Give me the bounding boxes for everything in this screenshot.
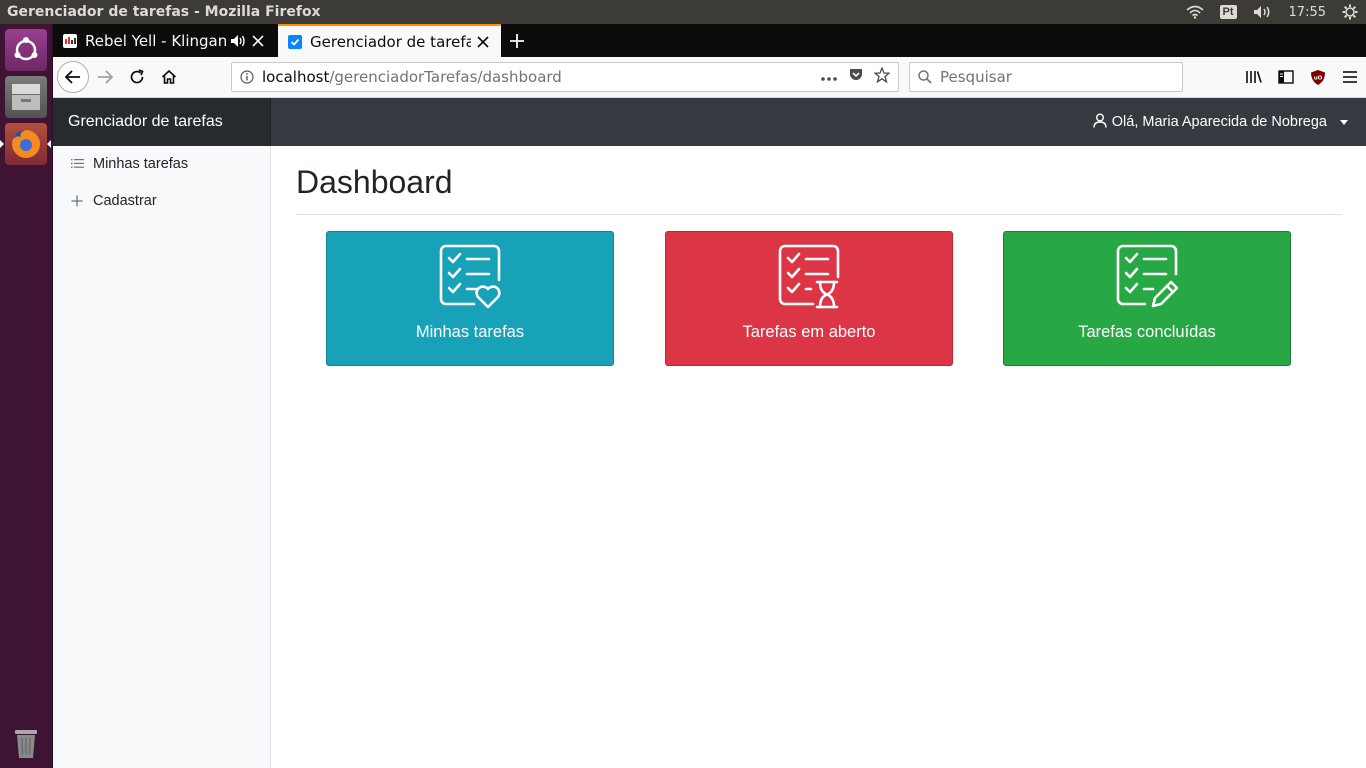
plus-icon	[70, 194, 84, 208]
search-placeholder: Pesquisar	[940, 68, 1012, 86]
user-menu-dropdown[interactable]: Olá, Maria Aparecida de Nobrega	[1093, 98, 1348, 146]
clock[interactable]: 17:55	[1281, 0, 1334, 24]
card-label: Tarefas em aberto	[742, 323, 876, 341]
card-label: Minhas tarefas	[415, 323, 525, 341]
card-minhas-tarefas[interactable]: Minhas tarefas	[326, 231, 614, 366]
firefox-icon[interactable]	[5, 123, 47, 165]
sidebar-toggle-button[interactable]	[1270, 61, 1302, 93]
pocket-icon[interactable]	[848, 67, 864, 87]
bookmark-star-icon[interactable]	[873, 66, 891, 87]
browser-nav-bar: localhost/gerenciadorTarefas/dashboard P…	[53, 57, 1366, 98]
library-icon	[1246, 71, 1262, 83]
window-title: Gerenciador de tarefas - Mozilla Firefox	[7, 4, 321, 20]
trash-icon[interactable]	[5, 721, 47, 763]
app-sidebar: Minhas tarefas Cadastrar	[53, 146, 271, 768]
ubuntu-launcher	[0, 24, 53, 768]
sidebar-item-cadastrar[interactable]: Cadastrar	[53, 182, 270, 219]
plus-icon	[510, 33, 524, 48]
close-tab-icon[interactable]	[250, 33, 266, 49]
sidebar-item-label: Minhas tarefas	[93, 155, 189, 172]
browser-tab-strip: Rebel Yell - Klingande Gerenciador de ta…	[53, 24, 1366, 57]
dashboard-cards: Minhas tarefas Tarefas em aberto Tarefas…	[296, 215, 1342, 366]
url-actions	[820, 66, 898, 87]
keyboard-layout-indicator[interactable]: Pt	[1212, 0, 1245, 24]
ubuntu-dash-icon[interactable]	[5, 29, 47, 71]
checklist-hourglass-icon	[778, 244, 840, 309]
wifi-icon[interactable]	[1178, 0, 1212, 24]
running-indicator-right	[47, 140, 51, 148]
speaker-icon[interactable]	[230, 33, 246, 49]
forward-button[interactable]	[89, 61, 121, 93]
volume-icon[interactable]	[1245, 0, 1281, 24]
running-indicator-left	[0, 140, 4, 148]
reload-button[interactable]	[121, 61, 153, 93]
sidebar-icon	[1278, 70, 1294, 84]
home-button[interactable]	[153, 61, 185, 93]
app-header: Grenciador de tarefas Olá, Maria Apareci…	[53, 98, 1366, 146]
url-bar[interactable]: localhost/gerenciadorTarefas/dashboard	[231, 62, 899, 92]
app-brand[interactable]: Grenciador de tarefas	[53, 98, 271, 146]
back-button[interactable]	[57, 61, 89, 93]
card-tarefas-em-aberto[interactable]: Tarefas em aberto	[665, 231, 953, 366]
home-icon	[161, 69, 177, 84]
tab-gerenciador-de-tarefas[interactable]: Gerenciador de tarefas	[278, 24, 501, 57]
system-tray: Pt 17:55	[1178, 0, 1366, 24]
toolbar-right: uO	[1238, 61, 1366, 93]
tab-label: Gerenciador de tarefas	[310, 32, 471, 51]
page-actions-icon[interactable]	[820, 68, 838, 86]
close-tab-icon[interactable]	[475, 34, 491, 50]
caret-down-icon	[1340, 119, 1348, 125]
arrow-right-icon	[98, 70, 114, 84]
checklist-pencil-icon	[1116, 244, 1179, 308]
library-button[interactable]	[1238, 61, 1270, 93]
main-content: Dashboard Minhas tarefas Tarefas em aber…	[296, 146, 1342, 366]
os-top-panel: Gerenciador de tarefas - Mozilla Firefox…	[0, 0, 1366, 24]
user-icon	[1093, 113, 1107, 132]
files-icon[interactable]	[5, 76, 47, 118]
checkbox-favicon-icon	[288, 34, 302, 49]
new-tab-button[interactable]	[501, 24, 533, 57]
info-icon[interactable]	[232, 70, 262, 84]
search-bar[interactable]: Pesquisar	[909, 62, 1183, 92]
url-host: localhost	[262, 68, 330, 86]
svg-text:uO: uO	[1314, 75, 1323, 81]
shield-icon: uO	[1311, 69, 1325, 85]
search-icon	[910, 70, 940, 84]
sidebar-item-minhas-tarefas[interactable]: Minhas tarefas	[53, 145, 270, 182]
card-label: Tarefas concluídas	[1078, 323, 1216, 341]
url-text[interactable]: localhost/gerenciadorTarefas/dashboard	[262, 68, 820, 86]
web-page: Grenciador de tarefas Olá, Maria Apareci…	[53, 98, 1366, 768]
power-gear-icon[interactable]	[1334, 0, 1366, 24]
user-greeting: Olá, Maria Aparecida de Nobrega	[1111, 114, 1327, 130]
tab-rebel-yell[interactable]: Rebel Yell - Klingande	[53, 24, 276, 57]
clock-label: 17:55	[1288, 4, 1326, 20]
reload-icon	[130, 69, 144, 84]
page-title: Dashboard	[296, 164, 453, 200]
url-path: /gerenciadorTarefas/dashboard	[329, 68, 562, 86]
card-tarefas-concluidas[interactable]: Tarefas concluídas	[1003, 231, 1291, 366]
ublock-origin-button[interactable]: uO	[1302, 61, 1334, 93]
keyboard-layout-label: Pt	[1219, 5, 1237, 19]
list-icon	[70, 157, 84, 171]
music-site-favicon-icon	[63, 33, 77, 48]
arrow-left-icon	[64, 70, 80, 84]
checklist-heart-icon	[439, 244, 501, 309]
tab-label: Rebel Yell - Klingande	[85, 31, 226, 50]
hamburger-menu-icon	[1343, 71, 1357, 83]
menu-button[interactable]	[1334, 61, 1366, 93]
sidebar-item-label: Cadastrar	[93, 192, 157, 209]
